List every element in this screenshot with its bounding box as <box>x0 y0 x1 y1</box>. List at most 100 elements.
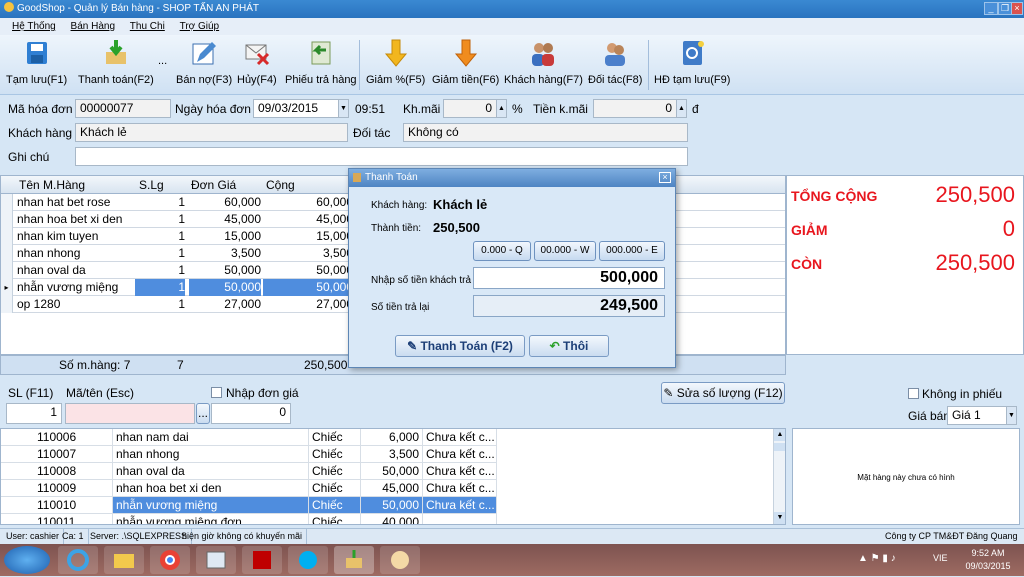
start-button[interactable] <box>4 546 50 574</box>
product-row[interactable]: 110007 nhan nhong Chiếc 3,500 Chưa kết c... <box>1 446 785 463</box>
temp-save-button[interactable]: Tạm lưu(F1) <box>6 38 67 87</box>
dialog-app-icon <box>353 173 361 182</box>
customers-button[interactable]: Khách hàng(F7) <box>504 38 583 87</box>
tray-time[interactable]: 9:52 AM <box>963 548 1013 558</box>
calendar-dropdown-icon[interactable]: ▼ <box>338 100 348 117</box>
col-unit-price[interactable]: Đơn Giá <box>191 176 236 194</box>
note-label: Ghi chú <box>8 150 50 164</box>
note-field[interactable] <box>75 147 688 166</box>
close-window-button[interactable]: × <box>1011 2 1023 15</box>
discount-total-value: 0 <box>1002 216 1015 241</box>
discount-total-label: GIẢM <box>791 222 828 238</box>
invoice-date-field[interactable]: 09/03/2015 ▼ <box>253 99 349 118</box>
dialog-title: Thanh Toán <box>365 172 418 183</box>
discount-money-field[interactable]: 0 ▲ <box>593 99 687 118</box>
item-count: Số m.hàng: 7 <box>59 358 131 372</box>
status-bar: User: cashier Ca: 1 Server: .\SQLEXPRESS… <box>0 528 1024 544</box>
partners-button[interactable]: Đối tác(F8) <box>588 38 642 87</box>
discount-percent-field[interactable]: 0 ▲ <box>443 99 507 118</box>
discount-money-button[interactable]: Giảm tiền(F6) <box>432 38 499 87</box>
browse-button[interactable]: ... <box>196 403 210 424</box>
dialog-close-button[interactable]: × <box>659 172 671 183</box>
filezilla-taskbar-icon[interactable] <box>242 546 282 574</box>
product-row[interactable]: 110009 nhan hoa bet xi den Chiếc 45,000 Chưa… <box>1 480 785 497</box>
explorer-taskbar-icon[interactable] <box>104 546 144 574</box>
arrow-down-orange-icon <box>454 39 477 67</box>
date-label: Ngày hóa đơn <box>175 102 251 116</box>
skype-taskbar-icon[interactable] <box>288 546 328 574</box>
col-qty[interactable]: S.Lg <box>139 176 164 194</box>
code-input[interactable] <box>65 403 195 424</box>
taskbar: ▲ ⚑ ▮ ♪ VIE 9:52 AM 09/03/2015 <box>0 544 1024 576</box>
menu-system[interactable]: Hệ Thống <box>12 21 56 32</box>
product-row[interactable]: 110008 nhan oval da Chiếc 50,000 Chưa kết c.… <box>1 463 785 480</box>
menu-sales[interactable]: Bán Hàng <box>71 21 115 32</box>
app-logo-icon <box>4 2 14 12</box>
menu-help[interactable]: Trợ Giúp <box>180 21 220 32</box>
edit-icon: ✎ <box>663 386 677 400</box>
cancel-payment-button[interactable]: ↶ Thôi <box>529 335 609 357</box>
quick-amount-e-button[interactable]: 000.000 - E <box>599 241 665 261</box>
menu-finance[interactable]: Thu Chi <box>130 21 165 32</box>
return-slip-button[interactable]: Phiếu trả hàng <box>285 38 357 87</box>
dialog-amount-value: 250,500 <box>433 220 480 235</box>
minimize-button[interactable]: _ <box>984 2 998 15</box>
product-row[interactable]: 110006 nhan nam dai Chiếc 6,000 Chưa kết c..… <box>1 429 785 446</box>
edit-qty-button[interactable]: ✎ Sửa số lượng (F12) <box>661 382 785 404</box>
credit-sale-button[interactable]: Bán nợ(F3) <box>176 38 232 87</box>
enter-price-checkbox[interactable] <box>211 387 222 398</box>
chevron-down-icon[interactable]: ▼ <box>1006 407 1016 424</box>
scroll-up-icon[interactable]: ▲ <box>774 429 785 441</box>
ie-taskbar-icon[interactable] <box>58 546 98 574</box>
goodshop-taskbar-icon[interactable] <box>334 546 374 574</box>
customer-field[interactable]: Khách lẻ <box>75 123 348 142</box>
tray-icons[interactable]: ▲ ⚑ ▮ ♪ <box>858 553 896 564</box>
toolbar: Tạm lưu(F1) Thanh toán(F2) ... Bán nợ(F3… <box>0 35 1024 95</box>
return-icon <box>311 41 331 65</box>
percent-sign: % <box>512 102 523 116</box>
cancel-invoice-button[interactable]: Hủy(F4) <box>237 38 277 87</box>
discount-spin-icon[interactable]: ▲ <box>496 100 506 117</box>
image-viewer-taskbar-icon[interactable] <box>196 546 236 574</box>
code-label: Mã/tên (Esc) <box>66 386 135 400</box>
pencil-note-icon <box>192 42 217 65</box>
product-scrollbar[interactable]: ▲ ▼ <box>773 429 785 524</box>
discount-money-spin-icon[interactable]: ▲ <box>676 100 686 117</box>
col-line-total[interactable]: Cộng <box>266 176 295 194</box>
payment-button[interactable]: Thanh toán(F2) <box>78 38 154 87</box>
dialog-customer-value: Khách lẻ <box>433 197 488 212</box>
change-amount-field: 249,500 <box>473 295 665 317</box>
no-print-checkbox[interactable] <box>908 388 919 399</box>
dialog-customer-label: Khách hàng: <box>371 200 428 211</box>
invoice-number-field[interactable]: 00000077 <box>75 99 171 118</box>
discount-percent-button[interactable]: Giảm %(F5) <box>366 38 425 87</box>
qty-input[interactable]: 1 <box>6 403 62 424</box>
product-row-selected[interactable]: 110010 nhẫn vương miệng Chiếc 50,000 Chưa kế… <box>1 497 785 514</box>
status-shift: Ca: 1 <box>58 529 89 544</box>
paint-taskbar-icon[interactable] <box>380 546 420 574</box>
restore-button[interactable]: ❐ <box>998 2 1012 15</box>
change-label: Số tiền trả lại <box>371 302 430 313</box>
more-button[interactable]: ... <box>158 55 167 68</box>
partner-field[interactable]: Không có <box>403 123 688 142</box>
confirm-payment-button[interactable]: ✎ Thanh Toán (F2) <box>395 335 525 357</box>
price-level-select[interactable]: Giá 1 ▼ <box>947 406 1017 425</box>
quick-amount-q-button[interactable]: 0.000 - Q <box>473 241 531 261</box>
tray-language[interactable]: VIE <box>933 553 948 563</box>
product-row[interactable]: 110011 nhẫn vương miệng đơn Chiếc 40,000 <box>1 514 785 524</box>
held-invoices-button[interactable]: HĐ tạm lưu(F9) <box>654 38 730 87</box>
partner-label: Đối tác <box>353 126 391 140</box>
invoice-label: Mã hóa đơn <box>8 102 73 116</box>
chrome-taskbar-icon[interactable] <box>150 546 190 574</box>
menu-bar: Hệ Thống Bán Hàng Thu Chi Trợ Giúp <box>0 18 1024 35</box>
footer-total: 250,500 <box>304 358 348 372</box>
scroll-down-icon[interactable]: ▼ <box>774 512 785 524</box>
paid-amount-input[interactable]: 500,000 <box>473 267 665 289</box>
price-level-label: Giá bán <box>908 409 951 423</box>
tray-date[interactable]: 09/03/2015 <box>958 561 1018 571</box>
enter-price-label: Nhập đơn giá <box>226 386 299 400</box>
scroll-thumb[interactable] <box>774 443 785 451</box>
col-item-name[interactable]: Tên M.Hàng <box>19 176 85 194</box>
unit-price-input[interactable]: 0 <box>211 403 291 424</box>
quick-amount-w-button[interactable]: 00.000 - W <box>534 241 596 261</box>
